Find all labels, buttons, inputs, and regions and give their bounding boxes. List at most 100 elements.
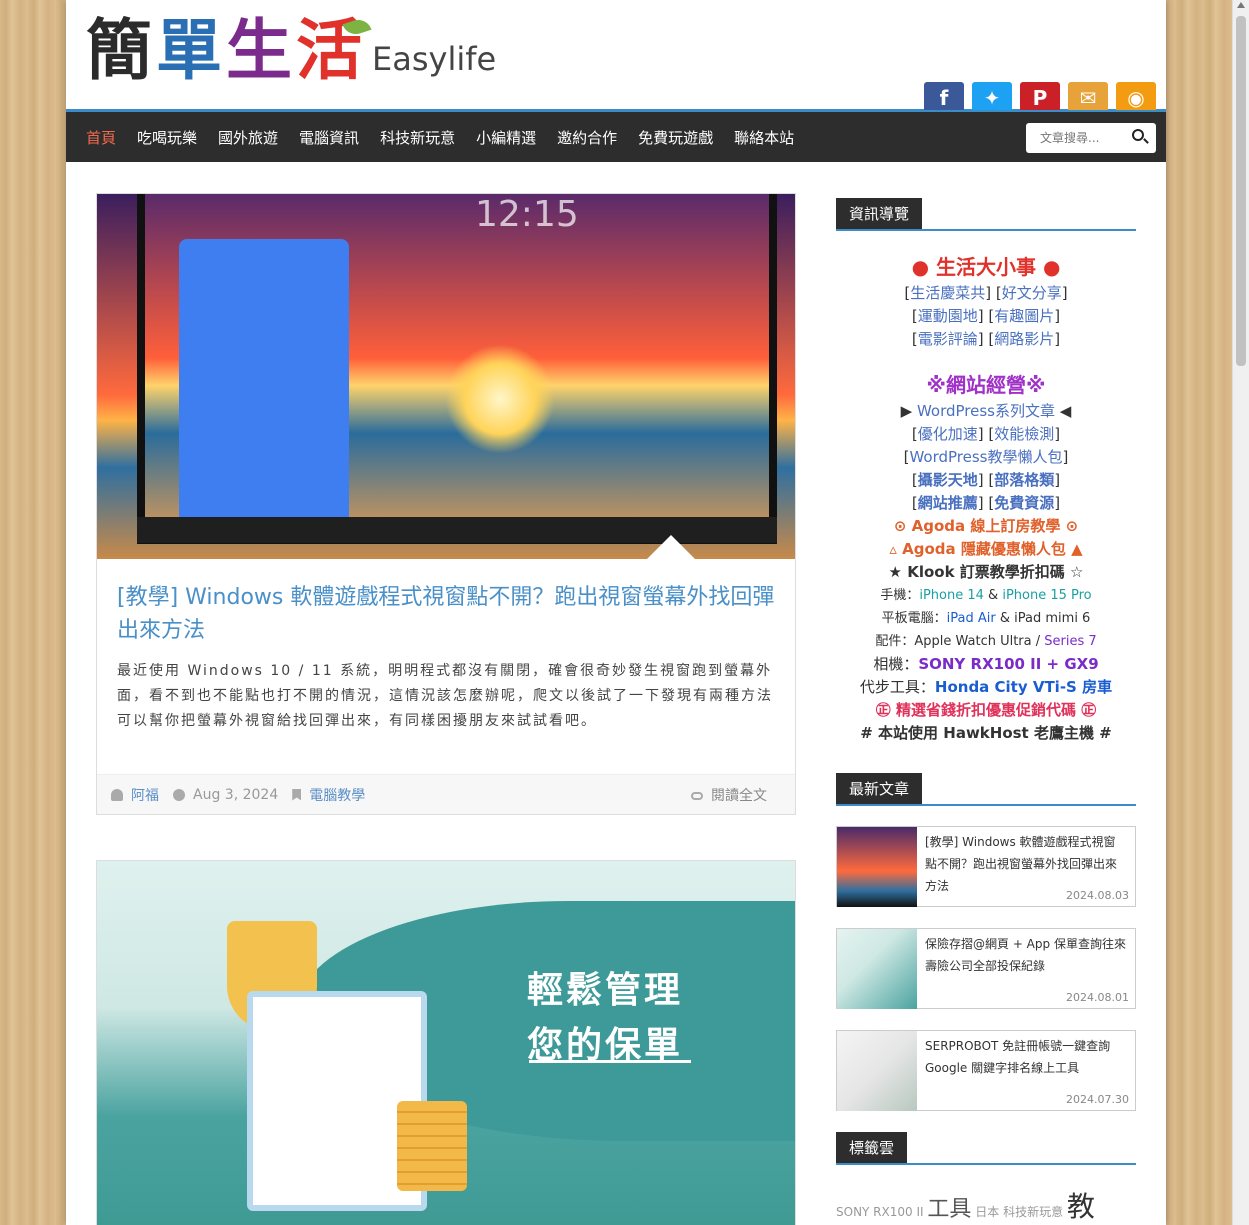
link-free-resources[interactable]: 免費資源 bbox=[994, 494, 1054, 512]
recent-post-item[interactable]: SERPROBOT 免註冊帳號一鍵查詢 Google 關鍵字排名線上工具 2024… bbox=[836, 1030, 1136, 1111]
pinterest-icon[interactable]: P bbox=[1020, 82, 1060, 110]
tag-link[interactable]: 日本 bbox=[975, 1205, 999, 1219]
link-ipad-air[interactable]: iPad Air bbox=[947, 611, 996, 626]
coins-illustration bbox=[397, 1101, 467, 1191]
post-card: 輕鬆管理 您的保單 bbox=[96, 860, 796, 1225]
recent-post-thumbnail[interactable] bbox=[837, 929, 917, 1009]
search-icon[interactable] bbox=[1132, 129, 1144, 141]
nav-item-travel[interactable]: 國外旅遊 bbox=[218, 127, 278, 148]
clock-icon bbox=[173, 788, 185, 801]
scrollbar[interactable] bbox=[1232, 0, 1249, 1225]
web-links-row: [優化加速] [效能檢測] bbox=[911, 425, 1061, 443]
recent-post-title[interactable]: 保險存摺@網頁 + App 保單查詢往來壽險公司全部投保紀錄 bbox=[925, 933, 1127, 977]
link-life-share[interactable]: 生活慶菜共 bbox=[910, 284, 985, 302]
start-menu-window bbox=[179, 239, 349, 529]
link-ipad-mini[interactable]: iPad mimi 6 bbox=[1014, 611, 1090, 626]
link-hawkhost[interactable]: # 本站使用 HawkHost 老鷹主機 # bbox=[836, 722, 1136, 745]
image-heading-1: 輕鬆管理 bbox=[527, 970, 684, 1011]
post-featured-image[interactable]: 12:15 bbox=[97, 194, 795, 559]
info-nav-widget: ● 生活大小事 ● [生活慶菜共] [好文分享] [運動園地] [有趣圖片] [… bbox=[836, 251, 1136, 745]
web-heading: ※網站經營※ bbox=[926, 373, 1046, 397]
link-iphone14[interactable]: iPhone 14 bbox=[919, 588, 984, 603]
nav-item-tech[interactable]: 科技新玩意 bbox=[380, 127, 455, 148]
lockscreen-time: 12:15 bbox=[475, 194, 579, 235]
tag-link[interactable]: 工具 bbox=[927, 1197, 971, 1222]
user-icon bbox=[111, 788, 123, 801]
link-camera[interactable]: SONY RX100 II + GX9 bbox=[918, 655, 1098, 673]
twitter-icon[interactable]: ✦ bbox=[972, 82, 1012, 110]
life-heading: ● 生活大小事 ● bbox=[911, 255, 1061, 279]
recent-posts-widget: [教學] Windows 軟體遊戲程式視窗點不開？跑出視窗螢幕外找回彈出來方法 2… bbox=[836, 826, 1136, 1111]
web-links-row: [攝影天地] [部落格類] bbox=[911, 471, 1061, 489]
link-photography[interactable]: 攝影天地 bbox=[918, 471, 978, 489]
scroll-up-arrow-icon[interactable] bbox=[1237, 2, 1245, 8]
link-optimize[interactable]: 優化加速 bbox=[918, 425, 978, 443]
device-phone-row: 手機：iPhone 14 & iPhone 15 Pro bbox=[880, 588, 1092, 603]
post-excerpt: 最近使用 Windows 10 / 11 系統，明明程式都沒有關閉，確會很奇妙發… bbox=[117, 663, 773, 729]
life-links-row: [生活慶菜共] [好文分享] bbox=[904, 284, 1068, 302]
nav-item-cooperation[interactable]: 邀約合作 bbox=[557, 127, 617, 148]
post-category[interactable]: 電腦教學 bbox=[309, 785, 365, 805]
recent-post-title[interactable]: SERPROBOT 免註冊帳號一鍵查詢 Google 關鍵字排名線上工具 bbox=[925, 1035, 1127, 1079]
link-web-videos[interactable]: 網路影片 bbox=[994, 330, 1054, 348]
link-agoda-deals[interactable]: ▵ Agoda 隱藏優惠懶人包 ▲ bbox=[836, 538, 1136, 561]
scrollbar-thumb[interactable] bbox=[1236, 16, 1246, 366]
device-camera-row: 相機：SONY RX100 II + GX9 bbox=[873, 655, 1099, 673]
link-car[interactable]: Honda City VTi-S 房車 bbox=[935, 678, 1112, 696]
widget-title-tags: 標籤雲 bbox=[836, 1132, 1136, 1165]
link-sports[interactable]: 運動園地 bbox=[918, 307, 978, 325]
logo-char-2: 單 bbox=[156, 11, 226, 89]
device-accessory-row: 配件：Apple Watch Ultra / Series 7 bbox=[875, 634, 1097, 649]
post-author[interactable]: 阿福 bbox=[131, 785, 159, 805]
nav-item-picks[interactable]: 小編精選 bbox=[476, 127, 536, 148]
link-iphone15pro[interactable]: iPhone 15 Pro bbox=[1002, 588, 1091, 603]
link-good-articles[interactable]: 好文分享 bbox=[1002, 284, 1062, 302]
recent-post-date: 2024.08.03 bbox=[1066, 889, 1129, 902]
nav-item-computer[interactable]: 電腦資訊 bbox=[299, 127, 359, 148]
link-watch-series7[interactable]: Series 7 bbox=[1044, 634, 1096, 649]
recent-post-thumbnail[interactable] bbox=[837, 1031, 917, 1111]
recent-post-title[interactable]: [教學] Windows 軟體遊戲程式視窗點不開？跑出視窗螢幕外找回彈出來方法 bbox=[925, 831, 1127, 897]
link-klook[interactable]: ★ Klook 訂票教學折扣碼 ☆ bbox=[836, 561, 1136, 584]
life-links-row: [電影評論] [網路影片] bbox=[911, 330, 1061, 348]
sunset bbox=[445, 344, 555, 454]
link-blog[interactable]: 部落格類 bbox=[994, 471, 1054, 489]
post-title[interactable]: [教學] Windows 軟體遊戲程式視窗點不開？跑出視窗螢幕外找回彈出來方法 bbox=[117, 581, 775, 647]
post-featured-image[interactable]: 輕鬆管理 您的保單 bbox=[97, 861, 795, 1225]
recent-post-thumbnail[interactable] bbox=[837, 827, 917, 907]
tag-link[interactable]: 科技新玩意 bbox=[1003, 1205, 1063, 1219]
site-logo[interactable]: 簡 單 生 活 Easylife bbox=[86, 14, 496, 86]
nav-item-contact[interactable]: 聯絡本站 bbox=[734, 127, 794, 148]
nav-item-food[interactable]: 吃喝玩樂 bbox=[137, 127, 197, 148]
web-links-row: [WordPress教學懶人包] bbox=[903, 448, 1069, 466]
link-wp-tutorial[interactable]: WordPress教學懶人包 bbox=[909, 448, 1062, 466]
link-performance[interactable]: 效能檢測 bbox=[994, 425, 1054, 443]
link-promo-codes[interactable]: ㊣ 精選省錢折扣優惠促銷代碼 ㊣ bbox=[836, 699, 1136, 722]
recent-post-item[interactable]: 保險存摺@網頁 + App 保單查詢往來壽險公司全部投保紀錄 2024.08.01 bbox=[836, 928, 1136, 1009]
facebook-icon[interactable]: f bbox=[924, 82, 964, 110]
wp-series-row: ▶ WordPress系列文章 ◀ bbox=[900, 402, 1072, 420]
rss-icon[interactable]: ◉ bbox=[1116, 82, 1156, 110]
header: 簡 單 生 活 Easylife f ✦ P ✉ ◉ bbox=[66, 0, 1166, 112]
link-fun-images[interactable]: 有趣圖片 bbox=[994, 307, 1054, 325]
tag-link[interactable]: SONY RX100 II bbox=[836, 1205, 924, 1219]
web-links-row: [網站推薦] [免費資源] bbox=[911, 494, 1061, 512]
bookmark-icon bbox=[292, 788, 302, 801]
link-agoda-tutorial[interactable]: ⊙ Agoda 線上訂房教學 ⊙ bbox=[836, 515, 1136, 538]
nav-item-home[interactable]: 首頁 bbox=[86, 127, 116, 148]
mail-icon[interactable]: ✉ bbox=[1068, 82, 1108, 110]
tag-link[interactable]: 教 bbox=[1067, 1190, 1095, 1223]
link-watch-ultra[interactable]: Apple Watch Ultra bbox=[914, 634, 1031, 649]
link-icon bbox=[691, 791, 703, 800]
link-wordpress-series[interactable]: WordPress系列文章 bbox=[917, 402, 1055, 420]
widget-title-nav: 資訊導覽 bbox=[836, 198, 1136, 231]
search-input[interactable] bbox=[1040, 131, 1130, 145]
recent-post-date: 2024.07.30 bbox=[1066, 1093, 1129, 1106]
nav-item-games[interactable]: 免費玩遊戲 bbox=[638, 127, 713, 148]
read-more-link[interactable]: 閱讀全文 bbox=[691, 785, 781, 805]
link-site-recommend[interactable]: 網站推薦 bbox=[918, 494, 978, 512]
recent-post-item[interactable]: [教學] Windows 軟體遊戲程式視窗點不開？跑出視窗螢幕外找回彈出來方法 2… bbox=[836, 826, 1136, 907]
link-movie-reviews[interactable]: 電影評論 bbox=[918, 330, 978, 348]
post-card: 12:15 [教學] Windows 軟體遊戲程式視窗點不開？跑出視窗螢幕外找回… bbox=[96, 193, 796, 815]
logo-char-3: 生 bbox=[226, 11, 296, 89]
